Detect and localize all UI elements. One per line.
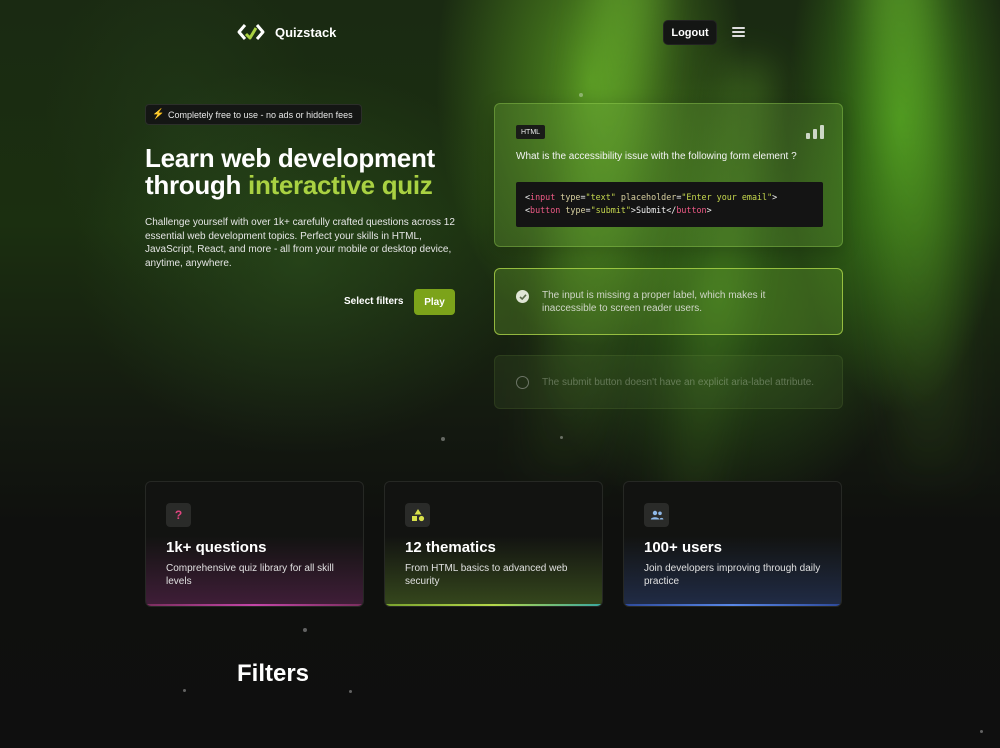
users-icon — [644, 503, 669, 527]
hero-title-prefix: through — [145, 170, 249, 200]
topic-tag: HTML — [516, 125, 546, 139]
stat-description: From HTML basics to advanced web securit… — [405, 563, 568, 587]
stat-title: 1k+ questions — [166, 539, 267, 556]
stat-card-thematics: 12 thematics From HTML basics to advance… — [384, 481, 603, 607]
select-filters-link[interactable]: Select filters — [344, 296, 403, 307]
logo-text: Quizstack — [275, 24, 337, 40]
stat-title: 100+ users — [644, 539, 722, 556]
radio-circle-icon — [516, 376, 529, 389]
stat-description: Comprehensive quiz library for all skill… — [166, 563, 334, 587]
answer-text: The input is missing a proper label, whi… — [542, 290, 766, 314]
question-icon: ? — [166, 503, 191, 527]
quizstack-logo-icon — [237, 24, 265, 40]
answer-text: The submit button doesn't have an explic… — [542, 377, 815, 388]
filters-section-title: Filters — [237, 660, 310, 687]
hero-title-line1: Learn web development — [145, 143, 435, 173]
answer-option-2[interactable]: The submit button doesn't have an explic… — [494, 355, 843, 409]
free-badge: ⚡ Completely free to use - no ads or hid… — [145, 104, 362, 125]
stat-card-users: 100+ users Join developers improving thr… — [623, 481, 842, 607]
stat-title: 12 thematics — [405, 539, 496, 556]
difficulty-bars-icon — [806, 125, 824, 139]
quiz-question-card: HTML What is the accessibility issue wit… — [494, 103, 843, 247]
hero-title: Learn web development through interactiv… — [145, 145, 485, 199]
hero-title-highlight: interactive quiz — [248, 170, 433, 200]
quiz-question-text: What is the accessibility issue with the… — [516, 151, 797, 162]
sparkle-icon: ⚡ — [152, 108, 165, 120]
play-button[interactable]: Play — [414, 289, 455, 315]
code-snippet: <input type="text" placeholder="Enter yo… — [516, 182, 823, 227]
shapes-icon — [405, 503, 430, 527]
hamburger-menu-icon[interactable] — [732, 27, 745, 37]
logout-button[interactable]: Logout — [663, 20, 717, 45]
logo[interactable]: Quizstack — [237, 22, 336, 42]
hero-description: Challenge yourself with over 1k+ careful… — [145, 217, 455, 269]
check-circle-icon — [516, 290, 529, 303]
stat-card-questions: ? 1k+ questions Comprehensive quiz libra… — [145, 481, 364, 607]
answer-option-1[interactable]: The input is missing a proper label, whi… — [494, 268, 843, 335]
badge-text: Completely free to use - no ads or hidde… — [168, 109, 353, 120]
stat-description: Join developers improving through daily … — [644, 563, 821, 587]
